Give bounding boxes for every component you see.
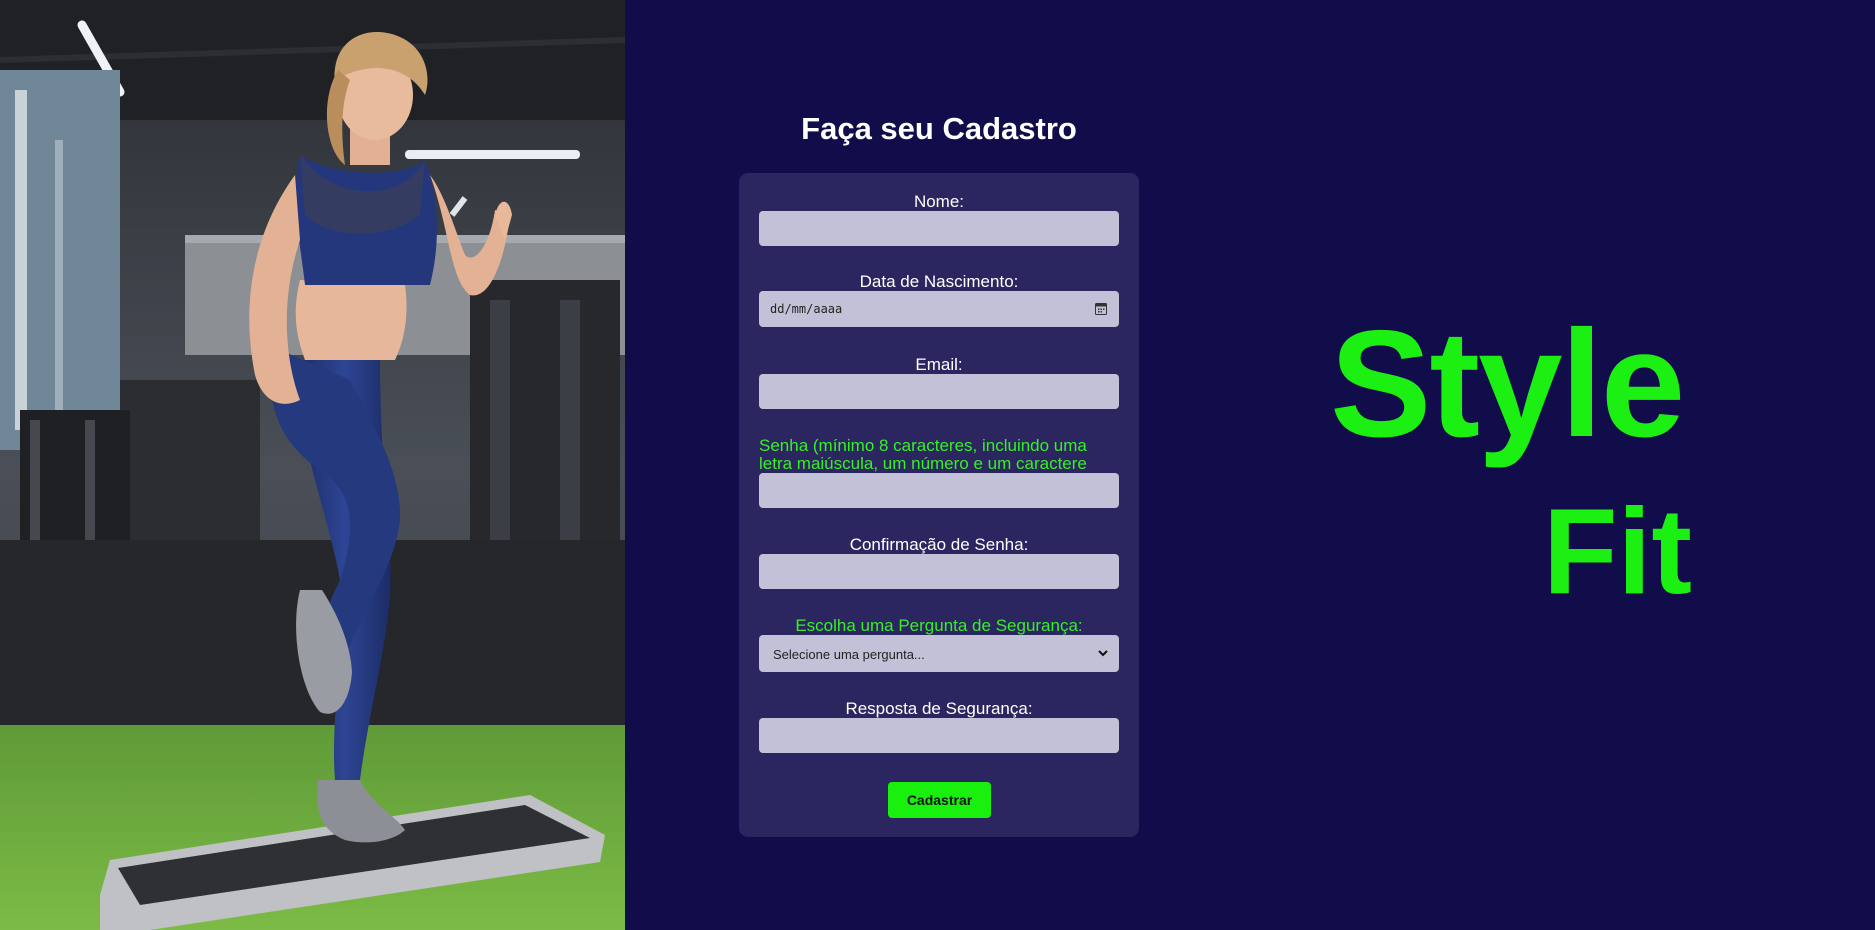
signup-form: Nome: Data de Nascimento: dd/mm/aaaa Ema… <box>739 173 1139 837</box>
date-placeholder: dd/mm/aaaa <box>770 302 843 316</box>
resposta-label: Resposta de Segurança: <box>845 699 1033 718</box>
calendar-icon[interactable] <box>1095 302 1107 315</box>
email-label: Email: <box>915 355 963 374</box>
email-field[interactable] <box>759 374 1119 409</box>
pergunta-selected-value: Selecione uma pergunta... <box>773 647 925 662</box>
senha-input[interactable] <box>759 473 1119 508</box>
page-title: Faça seu Cadastro <box>801 111 1077 146</box>
chevron-down-icon <box>1098 650 1108 657</box>
gym-scene-image <box>0 0 625 930</box>
nascimento-label: Data de Nascimento: <box>859 272 1019 291</box>
nome-label: Nome: <box>913 192 965 211</box>
nome-input[interactable] <box>759 211 1119 246</box>
pergunta-select[interactable]: Selecione uma pergunta... <box>759 635 1119 672</box>
fitness-photo <box>0 0 625 930</box>
pergunta-label: Escolha uma Pergunta de Segurança: <box>795 616 1083 635</box>
brand-logo-style: Style <box>1330 299 1685 469</box>
cadastrar-button[interactable]: Cadastrar <box>888 782 991 818</box>
confirmacao-label: Confirmação de Senha: <box>849 535 1029 554</box>
confirmacao-input[interactable] <box>759 554 1119 589</box>
brand-logo-fit: Fit <box>1543 483 1693 619</box>
nascimento-date-input[interactable]: dd/mm/aaaa <box>759 291 1119 327</box>
resposta-input[interactable] <box>759 718 1119 753</box>
